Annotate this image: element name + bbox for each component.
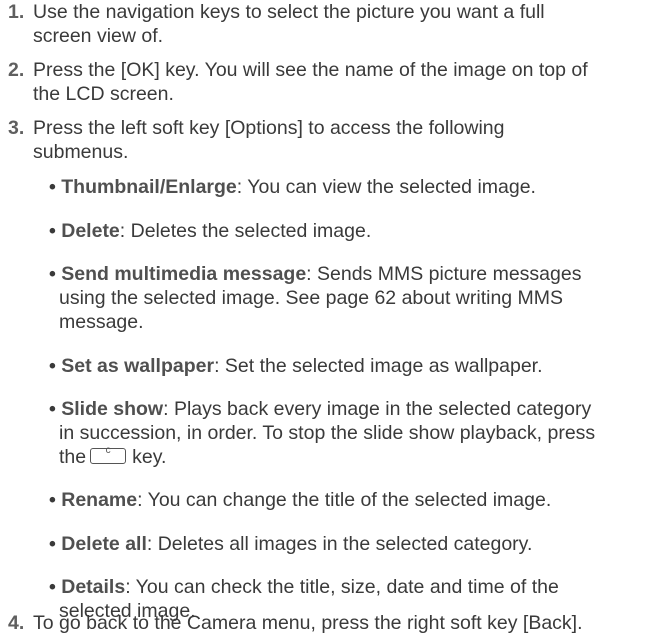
- step-text-line: the LCD screen.: [33, 83, 174, 105]
- step-number: 2.: [8, 59, 25, 81]
- bullet: •: [49, 398, 62, 420]
- submenu-rename: • Rename: You can change the title of th…: [49, 488, 551, 512]
- submenu-desc: : You can view the selected image.: [236, 176, 536, 198]
- submenu-delete: • Delete: Deletes the selected image.: [49, 219, 371, 243]
- bullet: •: [49, 263, 62, 285]
- submenu-desc: : You can change the title of the select…: [137, 489, 552, 511]
- manual-page: 1. Use the navigation keys to select the…: [0, 0, 649, 635]
- submenu-details: • Details: You can check the title, size…: [49, 575, 559, 599]
- step-text-line: To go back to the Camera menu, press the…: [33, 612, 583, 634]
- step-number: 1.: [8, 1, 25, 23]
- bullet: •: [49, 576, 62, 598]
- bullet: •: [49, 489, 62, 511]
- submenu-term: Set as wallpaper: [61, 355, 215, 377]
- submenu-desc: : Set the selected image as wallpaper.: [214, 355, 543, 377]
- step-text-line: submenus.: [33, 141, 129, 163]
- clear-key-icon: c: [90, 445, 127, 464]
- step-text-line: screen view of.: [33, 25, 164, 47]
- submenu-send-mms: • Send multimedia message: Sends MMS pic…: [49, 262, 581, 286]
- submenu-desc: : Deletes all images in the selected cat…: [146, 533, 533, 555]
- submenu-desc: : Sends MMS picture messages: [306, 263, 582, 285]
- submenu-term: Thumbnail/Enlarge: [61, 176, 237, 198]
- submenu-term: Rename: [61, 489, 138, 511]
- submenu-set-wallpaper: • Set as wallpaper: Set the selected ima…: [49, 354, 543, 378]
- submenu-slide-show: • Slide show: Plays back every image in …: [49, 397, 591, 421]
- bullet: •: [49, 355, 62, 377]
- step-text-line: Press the left soft key [Options] to acc…: [33, 117, 505, 139]
- bullet: •: [49, 533, 62, 555]
- step-text-line: Use the navigation keys to select the pi…: [33, 1, 545, 23]
- submenu-desc: : Plays back every image in the selected…: [163, 398, 592, 420]
- desc-text: key.: [132, 446, 167, 468]
- bullet: •: [49, 220, 62, 242]
- desc-text: the: [59, 446, 87, 468]
- submenu-desc-line: in succession, in order. To stop the sli…: [59, 422, 596, 444]
- submenu-desc: : Deletes the selected image.: [119, 220, 372, 242]
- submenu-desc-line: message.: [59, 311, 144, 333]
- submenu-term: Send multimedia message: [61, 263, 307, 285]
- step-number: 4.: [8, 612, 25, 634]
- submenu-term: Details: [61, 576, 126, 598]
- submenu-thumbnail-enlarge: • Thumbnail/Enlarge: You can view the se…: [49, 175, 536, 199]
- step-number: 3.: [8, 117, 25, 139]
- bullet: •: [49, 176, 62, 198]
- submenu-term: Slide show: [61, 398, 164, 420]
- submenu-term: Delete: [61, 220, 120, 242]
- submenu-desc-line-with-key: the c key.: [59, 445, 166, 469]
- submenu-term: Delete all: [61, 533, 147, 555]
- clear-key-label: c: [105, 444, 111, 456]
- step-text-line: Press the [OK] key. You will see the nam…: [33, 59, 588, 81]
- submenu-delete-all: • Delete all: Deletes all images in the …: [49, 532, 532, 556]
- submenu-desc-line: using the selected image. See page 62 ab…: [59, 287, 564, 309]
- submenu-desc: : You can check the title, size, date an…: [125, 576, 559, 598]
